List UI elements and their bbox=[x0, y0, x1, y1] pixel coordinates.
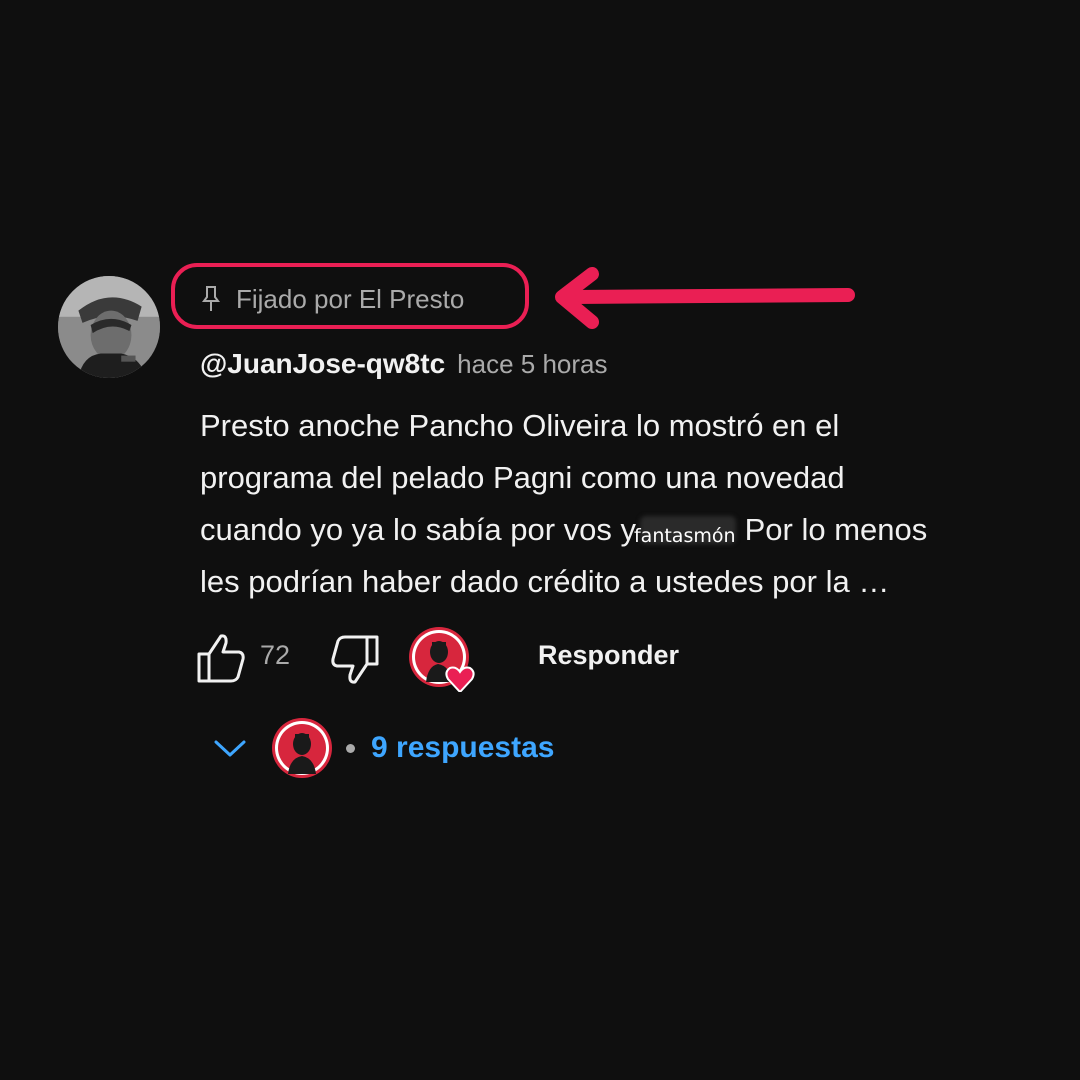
commenter-avatar[interactable] bbox=[58, 276, 160, 378]
comment-body-line: cuando yo ya lo sabía por vos y fantasmón… bbox=[200, 504, 1030, 556]
pinned-label: Fijado por El Presto bbox=[236, 283, 465, 314]
comment-header: @JuanJose-qw8tc hace 5 horas bbox=[200, 348, 607, 380]
comment-body: Presto anoche Pancho Oliveira lo mostró … bbox=[200, 400, 1030, 608]
redacted-name-sticker: fantasmón bbox=[634, 512, 736, 547]
comment-body-line-start: cuando yo ya lo sabía por vos y bbox=[200, 512, 636, 547]
thumbs-up-icon[interactable] bbox=[196, 632, 246, 684]
annotation-arrow-icon bbox=[555, 267, 855, 329]
replies-toggle[interactable]: 9 respuestas bbox=[212, 716, 554, 780]
pinned-badge: Fijado por El Presto bbox=[200, 282, 464, 316]
comment-body-line: programa del pelado Pagni como una noved… bbox=[200, 460, 845, 495]
reply-button[interactable]: Responder bbox=[538, 640, 679, 671]
creator-reply-avatar bbox=[272, 718, 332, 778]
comment-actions: 72 Responder bbox=[196, 626, 796, 692]
replies-count-label[interactable]: 9 respuestas bbox=[371, 731, 554, 765]
chevron-down-icon[interactable] bbox=[212, 736, 248, 760]
comment-body-line-end: Por lo menos bbox=[744, 512, 928, 547]
commenter-avatar-image bbox=[58, 276, 160, 378]
pin-icon bbox=[202, 286, 220, 311]
comment-time[interactable]: hace 5 horas bbox=[457, 349, 607, 380]
comment-author[interactable]: @JuanJose-qw8tc bbox=[200, 348, 445, 380]
thumbs-down-icon[interactable] bbox=[330, 634, 380, 686]
redaction-overlay-text: fantasmón bbox=[633, 525, 736, 547]
separator-dot bbox=[346, 743, 355, 753]
like-count: 72 bbox=[260, 640, 291, 670]
comment-body-line: Presto anoche Pancho Oliveira lo mostró … bbox=[200, 408, 840, 443]
comment-body-line: les podrían haber dado crédito a ustedes… bbox=[200, 564, 890, 599]
comment-canvas: Fijado por El Presto @JuanJose-qw8tc hac… bbox=[0, 0, 1080, 1080]
creator-heart-icon bbox=[409, 627, 475, 692]
